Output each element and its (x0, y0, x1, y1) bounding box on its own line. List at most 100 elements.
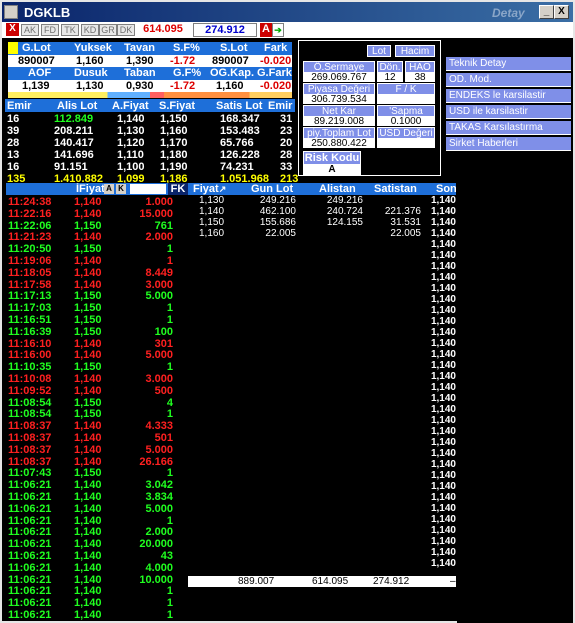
trade-row[interactable]: 11:24:38 1,140 1.000 (6, 196, 191, 208)
val-dusuk: 1,130 (76, 80, 104, 92)
trade-row[interactable]: 11:06:21 1,140 2.000 (6, 526, 191, 538)
depth-hdr-emir-sell: Emir (268, 100, 293, 112)
trade-time: 11:06:21 (8, 514, 52, 527)
depth-cell-s-fiyat: 1,160 (160, 125, 188, 137)
trade-time: 11:06:21 (8, 550, 52, 562)
trade-row[interactable]: 11:22:16 1,140 15.000 (6, 208, 191, 220)
fk-button[interactable]: FK (168, 183, 188, 195)
trade-row[interactable]: 11:17:58 1,140 3.000 (6, 279, 191, 291)
link-takas-karsilastirma[interactable]: TAKAS Karsılastırma (446, 121, 571, 135)
trade-lot: 43 (160, 550, 173, 562)
trade-lot: 1 (166, 243, 173, 256)
trade-row[interactable]: 11:06:21 1,140 4.000 (6, 562, 191, 574)
trade-row[interactable]: 11:06:21 1,140 1 (6, 585, 191, 597)
hdr-fark: Fark (264, 42, 288, 54)
link-sirket-haberleri[interactable]: Sirket Haberleri (446, 137, 571, 151)
trade-row[interactable]: 11:16:10 1,140 301 (6, 338, 191, 350)
trade-row[interactable]: 11:10:08 1,140 3.000 (6, 373, 191, 385)
trade-row[interactable]: 11:19:06 1,140 1 (6, 255, 191, 267)
trade-row[interactable]: 11:08:37 1,140 26.166 (6, 456, 191, 468)
tab-fd[interactable]: FD (41, 24, 59, 36)
trade-row[interactable]: 11:08:37 1,140 501 (6, 432, 191, 444)
trade-row[interactable]: 11:21:23 1,140 2.000 (6, 231, 191, 243)
trade-row[interactable]: 11:16:39 1,150 100 (6, 326, 191, 338)
trade-row[interactable]: 11:08:37 1,140 4.333 (6, 420, 191, 432)
trade-row[interactable]: 11:06:21 1,140 3.834 (6, 491, 191, 503)
trade-row[interactable]: 11:20:50 1,150 1 (6, 243, 191, 255)
trade-price: 1,150 (74, 325, 102, 338)
trade-row[interactable]: 11:08:54 1,150 4 (6, 397, 191, 409)
sort-k-button[interactable]: K (116, 184, 126, 194)
depth-hdr-a-fiyat: A.Fiyat (112, 100, 149, 112)
val-tavan: 1,390 (126, 55, 154, 67)
trade-row[interactable]: 11:06:21 1,140 5.000 (6, 503, 191, 515)
trade-row[interactable]: 11:17:13 1,150 5.000 (6, 290, 191, 302)
trade-row[interactable]: 11:10:35 1,150 1 (6, 361, 191, 373)
depth-cell-emir-buy: 28 (7, 137, 20, 149)
val-slot: 890007 (212, 55, 249, 67)
tab-gr[interactable]: GR (99, 24, 117, 36)
val-fark: -0.020 (260, 55, 292, 67)
trade-lot: 1 (166, 585, 173, 598)
trade-time: 11:21:23 (8, 231, 52, 244)
son-value: 1,140 (430, 283, 456, 294)
trade-row[interactable]: 11:16:00 1,140 5.000 (6, 349, 191, 361)
minimize-button[interactable]: _ (539, 5, 554, 19)
trade-price: 1,150 (74, 408, 102, 421)
tab-tk[interactable]: TK (61, 24, 79, 36)
trade-row[interactable]: 11:16:51 1,150 1 (6, 314, 191, 326)
trade-row[interactable]: 11:06:21 1,140 43 (6, 550, 191, 562)
close-window-button[interactable]: X (554, 5, 569, 19)
hdr-ogkap: OG.Kap. (210, 67, 255, 79)
filter-input[interactable] (130, 184, 166, 194)
trade-row[interactable]: 11:07:43 1,150 1 (6, 467, 191, 479)
trade-row[interactable]: 11:06:21 1,140 1 (6, 515, 191, 527)
trade-row[interactable]: 11:06:21 1,140 3.042 (6, 479, 191, 491)
total-alistan: 614.095 (312, 576, 349, 587)
trade-row[interactable]: 11:06:21 1,140 1 (6, 597, 191, 609)
link-usd-karsilastir[interactable]: USD ile karsilastir (446, 105, 571, 119)
arrow-right-icon[interactable]: ➔ (272, 23, 284, 37)
trade-row[interactable]: 11:08:37 1,140 5.000 (6, 444, 191, 456)
hdr-gf: G.F% (173, 67, 202, 79)
main-window: DGKLB Detay _ X X AK FD TK KD GR DK 614.… (0, 0, 575, 623)
depth-cell-emir-buy: 16 (7, 113, 20, 125)
depth-cell-s-fiyat: 1,190 (160, 161, 188, 173)
trade-row[interactable]: 11:22:06 1,150 761 (6, 220, 191, 232)
tab-kd[interactable]: KD (81, 24, 99, 36)
trade-row[interactable]: 11:08:54 1,150 1 (6, 408, 191, 420)
a-button[interactable]: A (260, 23, 272, 37)
depth-hdr-alis-lot: Alis Lot (57, 100, 98, 112)
tab-ak[interactable]: AK (21, 24, 39, 36)
toolbar-close-button[interactable]: X (6, 23, 19, 36)
trade-row[interactable]: 11:06:21 1,140 20.000 (6, 538, 191, 550)
hacim-button[interactable]: Hacim (395, 45, 435, 57)
link-od-mod[interactable]: OD. Mod. (446, 73, 571, 87)
title-bar[interactable]: DGKLB Detay _ X (2, 2, 573, 22)
trade-time: 11:06:21 (8, 479, 52, 492)
trade-row[interactable]: 11:18:05 1,140 8.449 (6, 267, 191, 279)
trade-row[interactable]: 11:06:21 1,140 1 (6, 609, 191, 620)
son-value: 1,140 (430, 338, 456, 349)
depth-hdr-s-fiyat: S.Fiyat (159, 100, 196, 112)
trade-lot: 301 (154, 337, 173, 350)
trade-time: 11:08:54 (8, 408, 52, 421)
trade-time: 11:08:37 (8, 420, 52, 433)
son-value: 1,140 (430, 294, 456, 305)
usd-degeri-label: USD Değeri (377, 127, 435, 139)
link-endeks-karsilastir[interactable]: ENDEKS le karsilastir (446, 89, 571, 103)
hdr-gun-lot: Gun Lot (251, 183, 294, 195)
trade-row[interactable]: 11:09:52 1,140 500 (6, 385, 191, 397)
val-gf: -1.72 (170, 80, 196, 92)
link-teknik-detay[interactable]: Teknik Detay (446, 57, 571, 71)
total-satistan: 274.912 (373, 576, 410, 587)
trade-price: 1,140 (74, 337, 102, 350)
trade-price: 1,140 (74, 349, 102, 362)
tab-dk[interactable]: DK (117, 24, 135, 36)
trade-lot: 1 (166, 408, 173, 421)
sort-a-button[interactable]: A (104, 184, 114, 194)
trade-lot: 1 (166, 255, 173, 267)
trade-row[interactable]: 11:17:03 1,150 1 (6, 302, 191, 314)
trade-row[interactable]: 11:06:21 1,140 10.000 (6, 574, 191, 586)
lot-button[interactable]: Lot (367, 45, 391, 57)
